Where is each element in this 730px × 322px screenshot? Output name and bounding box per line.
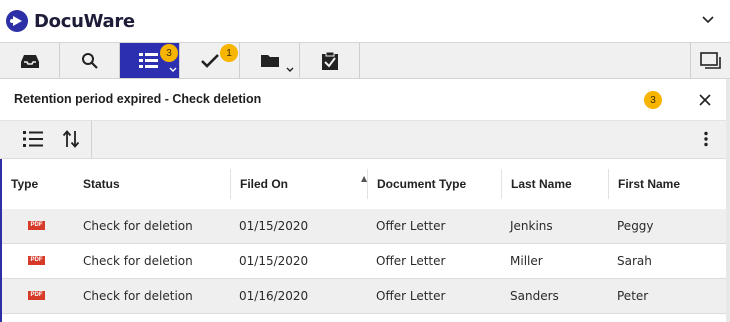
- cell-filed-on: 01/15/2020: [239, 219, 309, 233]
- chevron-down-icon: [169, 67, 177, 72]
- main-toolbar: 3 1: [0, 43, 730, 79]
- approval-button[interactable]: 1: [180, 43, 240, 78]
- close-button[interactable]: [698, 92, 712, 106]
- cell-last-name: Jenkins: [510, 219, 553, 233]
- cell-last-name: Sanders: [510, 289, 559, 303]
- cell-document-type: Offer Letter: [376, 219, 446, 233]
- pdf-icon: PDF: [28, 256, 45, 265]
- window-icon: [699, 51, 721, 69]
- list-view-icon: [23, 131, 43, 147]
- cell-first-name: Peter: [617, 289, 649, 303]
- logo-icon: [6, 10, 28, 32]
- checkmark-icon: [200, 53, 219, 68]
- cell-document-type: Offer Letter: [376, 254, 446, 268]
- result-table: Type Status Filed On ▲ Document Type Las…: [0, 159, 726, 322]
- tray-button[interactable]: [0, 43, 60, 78]
- folder-icon: [260, 54, 279, 67]
- toolbar-divider: [91, 121, 92, 158]
- check-badge: 1: [220, 44, 238, 62]
- title-bar: DocuWare: [0, 0, 730, 43]
- list-toolbar: [0, 121, 726, 159]
- app-logo: DocuWare: [6, 10, 135, 32]
- cell-status: Check for deletion: [83, 289, 193, 303]
- table-row[interactable]: PDF Check for deletion 01/15/2020 Offer …: [2, 244, 726, 279]
- column-header-last-name[interactable]: Last Name: [501, 169, 608, 199]
- chevron-down-icon: [702, 16, 714, 24]
- cell-status: Check for deletion: [83, 219, 193, 233]
- clipboard-check-icon: [321, 51, 338, 70]
- cell-last-name: Miller: [510, 254, 543, 268]
- window-button[interactable]: [690, 43, 730, 78]
- more-vertical-icon: [704, 131, 708, 147]
- result-list-title: Retention period expired - Check deletio…: [14, 92, 262, 106]
- search-button[interactable]: [60, 43, 120, 78]
- pdf-icon: PDF: [28, 221, 45, 230]
- cell-first-name: Peggy: [617, 219, 654, 233]
- app-name: DocuWare: [34, 10, 135, 32]
- search-icon: [81, 52, 98, 69]
- column-header-first-name[interactable]: First Name: [608, 169, 726, 199]
- tasks-badge: 3: [160, 44, 178, 62]
- list-view-button[interactable]: [18, 125, 48, 153]
- sort-button[interactable]: [56, 125, 86, 153]
- table-row[interactable]: PDF Check for deletion 01/15/2020 Offer …: [2, 209, 726, 244]
- collapse-button[interactable]: [700, 12, 716, 28]
- task-list-icon: [138, 52, 158, 68]
- more-options-button[interactable]: [696, 127, 716, 151]
- column-header-type[interactable]: Type: [2, 159, 74, 209]
- column-header-filed-on[interactable]: Filed On: [230, 169, 367, 199]
- result-count-badge: 3: [644, 91, 662, 109]
- task-lists-button[interactable]: 3: [120, 43, 180, 78]
- table-row[interactable]: PDF Check for deletion 01/16/2020 Offer …: [2, 279, 726, 314]
- inbox-icon: [20, 54, 39, 68]
- chevron-down-icon: [286, 67, 294, 72]
- sort-icon: [62, 130, 80, 148]
- clipboard-button[interactable]: [300, 43, 360, 78]
- pdf-icon: PDF: [28, 291, 45, 300]
- column-header-document-type[interactable]: Document Type: [367, 169, 501, 199]
- file-cabinet-button[interactable]: [240, 43, 300, 78]
- vertical-scrollbar[interactable]: [726, 79, 730, 322]
- table-header: Type Status Filed On ▲ Document Type Las…: [2, 159, 726, 210]
- cell-filed-on: 01/15/2020: [239, 254, 309, 268]
- column-header-status[interactable]: Status: [74, 159, 230, 209]
- result-list-header: Retention period expired - Check deletio…: [0, 79, 730, 121]
- close-icon: [699, 94, 711, 106]
- cell-first-name: Sarah: [617, 254, 652, 268]
- cell-status: Check for deletion: [83, 254, 193, 268]
- cell-document-type: Offer Letter: [376, 289, 446, 303]
- cell-filed-on: 01/16/2020: [239, 289, 309, 303]
